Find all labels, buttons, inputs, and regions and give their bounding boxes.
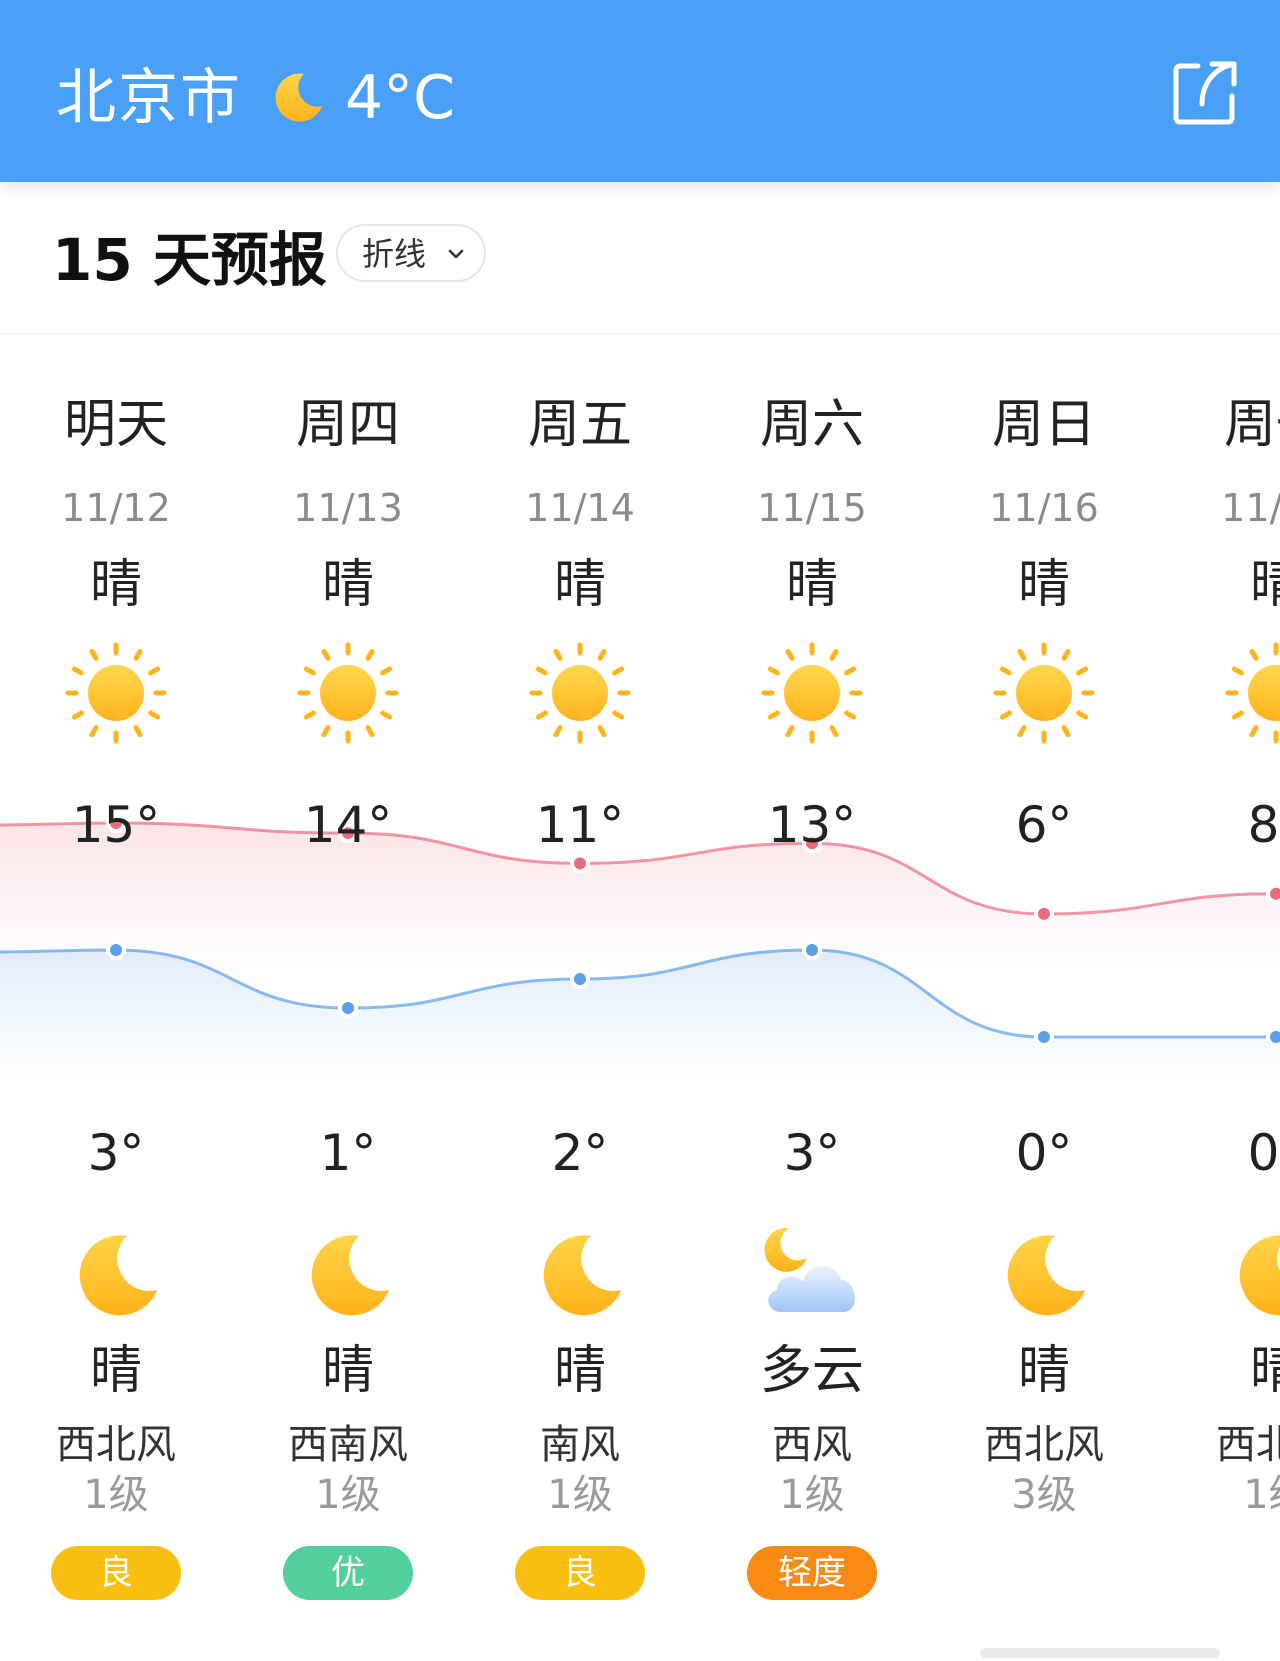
- night-weather-label: 晴: [1017, 1341, 1070, 1401]
- day-weather-label: 晴: [89, 555, 142, 615]
- wind-direction: 西北风: [56, 1422, 176, 1468]
- sun-icon: [696, 638, 928, 748]
- high-temperature: 15°: [71, 796, 161, 854]
- day-weather-label: 晴: [1249, 555, 1280, 615]
- wind-direction: 西风: [772, 1422, 852, 1468]
- day-label: 明天: [63, 395, 168, 455]
- forecast-day-column[interactable]: 周一 11/17 晴 8° 0° 晴西北风1级: [1160, 390, 1280, 1640]
- date-label: 11/17: [1221, 486, 1280, 530]
- high-temperature: 8°: [1247, 796, 1280, 854]
- moon-icon: [270, 70, 326, 126]
- wind-level: 1级: [547, 1472, 613, 1518]
- low-temperature: 2°: [551, 1124, 609, 1182]
- forecast-day-column[interactable]: 周日 11/16 晴 6° 0° 晴西北风 3级: [928, 390, 1160, 1640]
- date-label: 11/14: [525, 486, 635, 530]
- low-temperature: 3°: [783, 1124, 841, 1182]
- moon-icon: [232, 1220, 464, 1330]
- low-temperature: 3°: [87, 1124, 145, 1182]
- day-weather-label: 晴: [785, 555, 838, 615]
- chevron-down-icon: [446, 244, 466, 264]
- moon-icon: [0, 1220, 232, 1330]
- wind-direction: 南风: [540, 1422, 620, 1468]
- forecast-title: 15 天预报: [52, 226, 327, 294]
- date-label: 11/16: [989, 486, 1099, 530]
- day-label: 周五: [527, 395, 632, 455]
- aqi-badge[interactable]: 优: [283, 1546, 413, 1600]
- low-temperature: 1°: [319, 1124, 377, 1182]
- wind-direction: 西南风: [288, 1422, 408, 1468]
- day-label: 周一: [1223, 395, 1280, 455]
- night-weather-label: 晴: [553, 1341, 606, 1401]
- night-weather-label: 晴: [1249, 1341, 1280, 1401]
- forecast-day-column[interactable]: 明天 11/12 晴 15° 3° 晴西北风 1级良: [0, 390, 232, 1640]
- wind-direction: 西北风: [984, 1422, 1104, 1468]
- day-weather-label: 晴: [321, 555, 374, 615]
- chart-mode-dropdown[interactable]: 折线: [336, 224, 486, 282]
- moon-icon: [928, 1220, 1160, 1330]
- current-temperature: 4°C: [345, 63, 456, 133]
- forecast-day-column[interactable]: 周六 11/15 晴 13° 3° 多云西风 1级轻度: [696, 390, 928, 1640]
- wind-direction: 西北风: [1216, 1422, 1280, 1468]
- sun-icon: [928, 638, 1160, 748]
- day-weather-label: 晴: [553, 555, 606, 615]
- night-weather-label: 多云: [759, 1341, 864, 1401]
- high-temperature: 6°: [1015, 796, 1073, 854]
- forecast-header: 15 天预报 折线: [0, 182, 1280, 335]
- night-weather-label: 晴: [89, 1341, 142, 1401]
- night-weather-label: 晴: [321, 1341, 374, 1401]
- aqi-badge[interactable]: 轻度: [747, 1546, 877, 1600]
- date-label: 11/13: [293, 486, 403, 530]
- day-label: 周六: [759, 395, 864, 455]
- sun-icon: [232, 638, 464, 748]
- low-temperature: 0°: [1247, 1124, 1280, 1182]
- aqi-badge[interactable]: 良: [515, 1546, 645, 1600]
- city-name[interactable]: 北京市: [56, 58, 242, 138]
- top-bar: 北京市 4°C: [0, 0, 1280, 182]
- wind-level: 1级: [83, 1472, 149, 1518]
- high-temperature: 13°: [767, 796, 857, 854]
- home-indicator: [980, 1648, 1220, 1658]
- forecast-day-column[interactable]: 周四 11/13 晴 14° 1° 晴西南风 1级优: [232, 390, 464, 1640]
- wind-level: 1级: [779, 1472, 845, 1518]
- wind-level: 1级: [1243, 1472, 1280, 1518]
- moon-icon: [464, 1220, 696, 1330]
- low-temperature: 0°: [1015, 1124, 1073, 1182]
- day-label: 周日: [991, 395, 1096, 455]
- aqi-badge[interactable]: 良: [51, 1546, 181, 1600]
- high-temperature: 14°: [303, 796, 393, 854]
- moon-icon: [1160, 1220, 1280, 1330]
- share-icon[interactable]: [1168, 58, 1240, 130]
- day-weather-label: 晴: [1017, 555, 1070, 615]
- high-temperature: 11°: [535, 796, 625, 854]
- sun-icon: [1160, 638, 1280, 748]
- sun-icon: [0, 638, 232, 748]
- chart-mode-label: 折线: [362, 235, 427, 273]
- day-label: 周四: [295, 395, 400, 455]
- sun-icon: [464, 638, 696, 748]
- forecast-day-column[interactable]: 周五 11/14 晴 11° 2° 晴南风 1级良: [464, 390, 696, 1640]
- date-label: 11/12: [61, 486, 171, 530]
- wind-level: 1级: [315, 1472, 381, 1518]
- date-label: 11/15: [757, 486, 867, 530]
- moon-cloud-icon: [696, 1220, 928, 1330]
- wind-level: 3级: [1011, 1472, 1077, 1518]
